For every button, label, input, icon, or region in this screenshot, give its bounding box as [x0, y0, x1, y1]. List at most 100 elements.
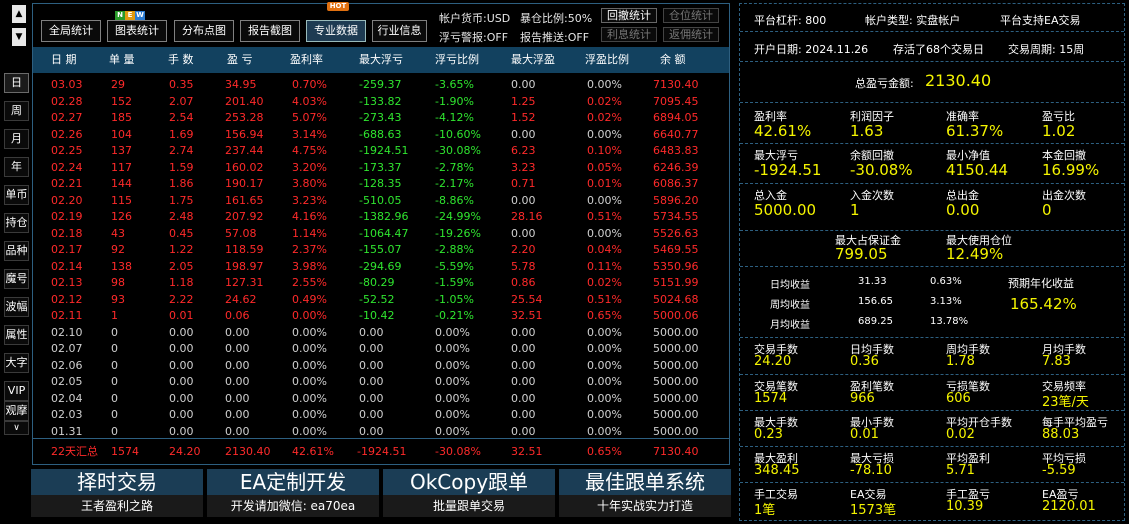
cell-max-float-profit: 0.00 — [511, 375, 536, 388]
cell-profit-rate: 0.00% — [292, 309, 327, 322]
nav-symbol-button[interactable]: 品种 — [4, 241, 29, 261]
cell-lots: 1.59 — [169, 160, 194, 174]
table-row[interactable]: 02.13 98 1.18 127.31 2.55% -80.29 -1.59% 0.86 0.… — [33, 275, 729, 291]
cell-pnl: 0.00 — [225, 358, 250, 372]
nav-single-currency-button[interactable]: 单币 — [4, 185, 29, 205]
metric-value: 0 — [1042, 201, 1052, 219]
float-loss-alert[interactable]: 浮亏警报:OFF — [439, 29, 508, 45]
cell-profit-rate: 0.70% — [292, 78, 327, 91]
timing-trade-button[interactable]: 择时交易 — [31, 469, 203, 495]
metric-value: 61.37% — [946, 122, 1004, 140]
table-row[interactable]: 02.04 0 0.00 0.00 0.00% 0.00 0.00% 0.00 0.00% 500… — [33, 391, 729, 407]
distribution-chart-button[interactable]: 分布点图 — [174, 20, 234, 42]
cell-lots: 0.00 — [169, 342, 194, 355]
cell-float-loss-ratio: -3.65% — [435, 78, 474, 91]
ea-custom-dev-button[interactable]: EA定制开发 — [207, 469, 379, 495]
nav-positions-button[interactable]: 持仓 — [4, 213, 29, 233]
interest-stats-button[interactable]: 利息统计 — [601, 27, 657, 42]
cell-max-float-loss: -155.07 — [359, 243, 402, 256]
report-screenshot-button[interactable]: 报告截图 — [240, 20, 300, 42]
cell-date: 02.10 — [51, 325, 83, 339]
cell-max-float-profit: 0.00 — [511, 342, 536, 355]
industry-info-button[interactable]: 行业信息 — [372, 20, 427, 42]
table-row[interactable]: 02.24 117 1.59 160.02 3.20% -173.37 -2.78% 3.23… — [33, 160, 729, 176]
scroll-down-icon[interactable]: ▼ — [12, 28, 26, 46]
global-stats-button[interactable]: 全局统计 — [41, 20, 101, 42]
nav-more-chevron-icon[interactable]: ∨ — [4, 421, 29, 435]
table-row[interactable]: 02.06 0 0.00 0.00 0.00% 0.00 0.00% 0.00 0.00% 500… — [33, 358, 729, 374]
table-row[interactable]: 02.07 0 0.00 0.00 0.00% 0.00 0.00% 0.00 0.00% 500… — [33, 341, 729, 357]
nav-day-button[interactable]: 日 — [4, 73, 29, 93]
okcopy-button[interactable]: OkCopy跟单 — [383, 469, 555, 495]
metric-value: 16.99% — [1042, 161, 1100, 179]
cell-float-loss-ratio: -19.26% — [435, 226, 481, 240]
nav-vip-button[interactable]: VIP — [4, 381, 29, 401]
nav-magic-button[interactable]: 魔号 — [4, 269, 29, 289]
cell-float-profit-ratio: 0.51% — [587, 210, 622, 223]
nav-large-font-button[interactable]: 大字 — [4, 353, 29, 373]
table-row[interactable]: 02.17 92 1.22 118.59 2.37% -155.07 -2.88% 2.20 0… — [33, 242, 729, 258]
pro-data-button[interactable]: 专业数据 — [306, 20, 366, 42]
nav-attribute-button[interactable]: 属性 — [4, 325, 29, 345]
table-row[interactable]: 02.19 126 2.48 207.92 4.16% -1382.96 -24.99% 28… — [33, 209, 729, 225]
table-row[interactable]: 03.03 29 0.35 34.95 0.70% -259.37 -3.65% 0.00 0.… — [33, 77, 729, 93]
nav-year-button[interactable]: 年 — [4, 157, 29, 177]
table-row[interactable]: 02.14 138 2.05 198.97 3.98% -294.69 -5.59% 5.78… — [33, 259, 729, 275]
table-row[interactable]: 02.27 185 2.54 253.28 5.07% -273.43 -4.12% 1.52… — [33, 110, 729, 126]
cell-balance: 7095.45 — [653, 94, 699, 108]
cell-date: 02.06 — [51, 358, 83, 372]
report-push-toggle[interactable]: 报告推送:OFF — [520, 29, 589, 45]
scroll-up-icon[interactable]: ▲ — [12, 5, 26, 23]
cell-lots: 0.00 — [169, 408, 194, 421]
cell-date: 02.12 — [51, 292, 83, 306]
nav-month-button[interactable]: 月 — [4, 129, 29, 149]
rebate-stats-button[interactable]: 返佣统计 — [663, 27, 719, 42]
trade-metric-value: 2120.01 — [1042, 499, 1096, 514]
cell-balance: 5896.20 — [653, 193, 699, 207]
drawdown-stats-button[interactable]: 回撤统计 — [601, 8, 657, 23]
table-row[interactable]: 02.05 0 0.00 0.00 0.00% 0.00 0.00% 0.00 0.00% 500… — [33, 374, 729, 390]
cell-lots: 0.00 — [169, 358, 194, 372]
cell-date: 02.20 — [51, 193, 83, 207]
table-row[interactable]: 02.28 152 2.07 201.40 4.03% -133.82 -1.90% 1.25… — [33, 94, 729, 110]
cell-float-profit-ratio: 0.11% — [587, 259, 622, 273]
table-row[interactable]: 02.18 43 0.45 57.08 1.14% -1064.47 -19.26% 0.00… — [33, 226, 729, 242]
table-row[interactable]: 02.20 115 1.75 161.65 3.23% -510.05 -8.86% 0.00… — [33, 193, 729, 209]
open-date: 开户日期: 2024.11.26 — [754, 43, 869, 56]
cell-date: 02.19 — [51, 210, 83, 223]
cell-balance: 5151.99 — [653, 276, 699, 289]
table-row[interactable]: 02.03 0 0.00 0.00 0.00% 0.00 0.00% 0.00 0.00% 500… — [33, 407, 729, 423]
cell-profit-rate: 3.23% — [292, 193, 327, 207]
table-row[interactable]: 02.11 1 0.01 0.06 0.00% -10.42 -0.21% 32.51 0.65… — [33, 308, 729, 324]
table-row[interactable]: 02.25 137 2.74 237.44 4.75% -1924.51 -30.08% 6.… — [33, 143, 729, 159]
metric-value: 4150.44 — [946, 161, 1009, 179]
exposure-ratio: 暴仓比例:50% — [520, 12, 593, 25]
cell-max-float-loss: 0.00 — [359, 408, 384, 421]
cell-float-profit-ratio: 0.00% — [587, 325, 622, 339]
nav-week-button[interactable]: 周 — [4, 101, 29, 121]
summary-max-float-loss: -1924.51 — [357, 445, 407, 458]
table-row[interactable]: 02.10 0 0.00 0.00 0.00% 0.00 0.00% 0.00 0.00% 500… — [33, 325, 729, 341]
cell-orders: 0 — [111, 408, 118, 421]
trade-metric-value: 1.78 — [946, 354, 975, 369]
cell-max-float-profit: 0.86 — [511, 276, 536, 289]
table-row[interactable]: 02.12 93 2.22 24.62 0.49% -52.52 -1.05% 25.54 0.… — [33, 292, 729, 308]
cell-max-float-loss: -128.35 — [359, 177, 402, 190]
cell-lots: 1.22 — [169, 243, 194, 256]
weekly-avg-pct: 3.13% — [930, 296, 962, 307]
cell-float-profit-ratio: 0.65% — [587, 309, 622, 322]
table-row[interactable]: 02.26 104 1.69 156.94 3.14% -688.63 -10.60% 0.0… — [33, 127, 729, 143]
nav-volatility-button[interactable]: 波幅 — [4, 297, 29, 317]
nav-observe-button[interactable]: 观摩 — [4, 401, 29, 421]
chart-stats-button[interactable]: 图表统计 — [107, 20, 167, 42]
best-copy-system-button[interactable]: 最佳跟单系统 — [559, 469, 731, 495]
cell-orders: 185 — [111, 111, 132, 124]
ea-custom-dev-subtitle: 开发请加微信: ea70ea — [207, 495, 379, 517]
summary-profit-rate: 42.61% — [292, 445, 334, 458]
cell-max-float-loss: 0.00 — [359, 391, 384, 405]
position-stats-button[interactable]: 仓位统计 — [663, 8, 719, 23]
cell-profit-rate: 0.00% — [292, 342, 327, 355]
cell-orders: 92 — [111, 243, 125, 256]
table-row[interactable]: 02.21 144 1.86 190.17 3.80% -128.35 -2.17% 0.71… — [33, 176, 729, 192]
cell-date: 02.13 — [51, 276, 83, 289]
